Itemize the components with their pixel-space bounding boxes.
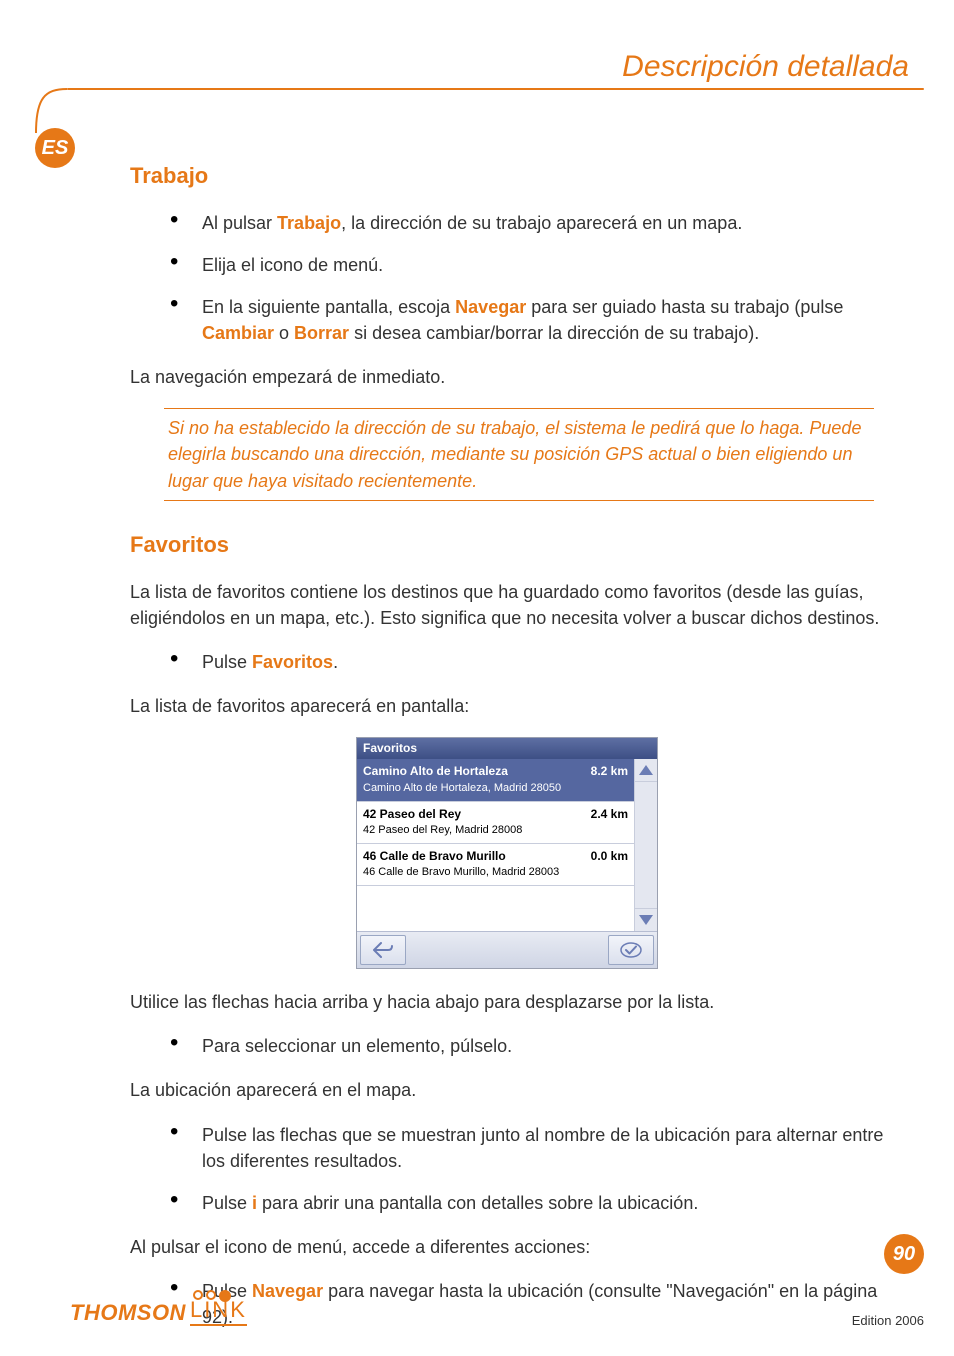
bullet-select: Para seleccionar un elemento, púlselo. <box>170 1033 884 1059</box>
chapter-title: Descripción detallada <box>622 50 909 84</box>
bullet-trabajo-3: En la siguiente pantalla, escoja Navegar… <box>170 294 884 346</box>
checkmark-icon <box>619 941 643 959</box>
scroll-up-button[interactable] <box>635 759 657 782</box>
fav-name: 42 Paseo del Rey <box>363 806 461 823</box>
heading-favoritos: Favoritos <box>130 529 884 561</box>
bullet-i: Pulse i para abrir una pantalla con deta… <box>170 1190 884 1216</box>
bold-trabajo: Trabajo <box>277 213 341 233</box>
favorites-item-3[interactable]: 46 Calle de Bravo Murillo 0.0 km 46 Call… <box>357 844 634 886</box>
triangle-up-icon <box>639 765 653 775</box>
trabajo-bullets: Al pulsar Trabajo, la dirección de su tr… <box>130 210 884 346</box>
fav-addr: 42 Paseo del Rey, Madrid 28008 <box>363 823 628 839</box>
header-rule <box>67 88 924 90</box>
edition-label: Edition 2006 <box>852 1313 924 1328</box>
bold-borrar: Borrar <box>294 323 349 343</box>
para-favoritos-intro: La lista de favoritos contiene los desti… <box>130 579 884 631</box>
footer-spacer <box>412 935 602 965</box>
page: Descripción detallada ES Trabajo Al puls… <box>0 0 954 1356</box>
brand-thomson-text: THOMSON <box>70 1300 186 1326</box>
fav-addr: 46 Calle de Bravo Murillo, Madrid 28003 <box>363 865 628 881</box>
bullet-trabajo-1: Al pulsar Trabajo, la dirección de su tr… <box>170 210 884 236</box>
confirm-button[interactable] <box>608 935 654 965</box>
triangle-down-icon <box>639 915 653 925</box>
bullet-select-wrap: Para seleccionar un elemento, púlselo. <box>130 1033 884 1059</box>
device-titlebar: Favoritos <box>357 738 657 759</box>
favorites-item-2[interactable]: 42 Paseo del Rey 2.4 km 42 Paseo del Rey… <box>357 802 634 844</box>
device-scrollbar <box>634 759 657 931</box>
para-arrows: Utilice las flechas hacia arriba y hacia… <box>130 989 884 1015</box>
para-menu-actions: Al pulsar el icono de menú, accede a dif… <box>130 1234 884 1260</box>
device-screenshot: Favoritos Camino Alto de Hortaleza 8.2 k… <box>130 737 884 969</box>
bullet-pulse-favoritos: Pulse Favoritos. <box>170 649 884 675</box>
note-trabajo: Si no ha establecido la dirección de su … <box>164 408 874 500</box>
bold-cambiar: Cambiar <box>202 323 274 343</box>
fav-dist: 8.2 km <box>591 763 628 780</box>
bullet-nav: Pulse Navegar para navegar hasta la ubic… <box>170 1278 884 1330</box>
device-footer <box>357 931 657 968</box>
back-arrow-icon <box>372 941 394 959</box>
page-number-badge: 90 <box>884 1234 924 1274</box>
brand-dots-icon <box>193 1290 231 1302</box>
favorites-item-1[interactable]: Camino Alto de Hortaleza 8.2 km Camino A… <box>357 759 634 801</box>
bullet-trabajo-2: Elija el icono de menú. <box>170 252 884 278</box>
back-button[interactable] <box>360 935 406 965</box>
bullet-alt-arrows: Pulse las flechas que se muestran junto … <box>170 1122 884 1174</box>
device-frame: Favoritos Camino Alto de Hortaleza 8.2 k… <box>356 737 658 969</box>
brand-logo: THOMSON LINK <box>70 1292 231 1326</box>
heading-trabajo: Trabajo <box>130 160 884 192</box>
scroll-down-button[interactable] <box>635 908 657 931</box>
language-badge: ES <box>35 128 75 168</box>
fav-dist: 0.0 km <box>591 848 628 865</box>
bullet-map-actions: Pulse las flechas que se muestran junto … <box>130 1122 884 1216</box>
bold-navegar-2: Navegar <box>252 1281 323 1301</box>
para-list-caption: La lista de favoritos aparecerá en panta… <box>130 693 884 719</box>
para-trabajo-nav-start: La navegación empezará de inmediato. <box>130 364 884 390</box>
fav-addr: Camino Alto de Hortaleza, Madrid 28050 <box>363 781 628 797</box>
fav-dist: 2.4 km <box>591 806 628 823</box>
device-body: Camino Alto de Hortaleza 8.2 km Camino A… <box>357 759 657 931</box>
device-list: Camino Alto de Hortaleza 8.2 km Camino A… <box>357 759 634 931</box>
favoritos-bullet-pulse: Pulse Favoritos. <box>130 649 884 675</box>
fav-name: 46 Calle de Bravo Murillo <box>363 848 506 865</box>
content-body: Trabajo Al pulsar Trabajo, la dirección … <box>130 160 884 1348</box>
para-map: La ubicación aparecerá en el mapa. <box>130 1077 884 1103</box>
fav-name: Camino Alto de Hortaleza <box>363 763 508 780</box>
bold-favoritos: Favoritos <box>252 652 333 672</box>
bold-navegar: Navegar <box>455 297 526 317</box>
